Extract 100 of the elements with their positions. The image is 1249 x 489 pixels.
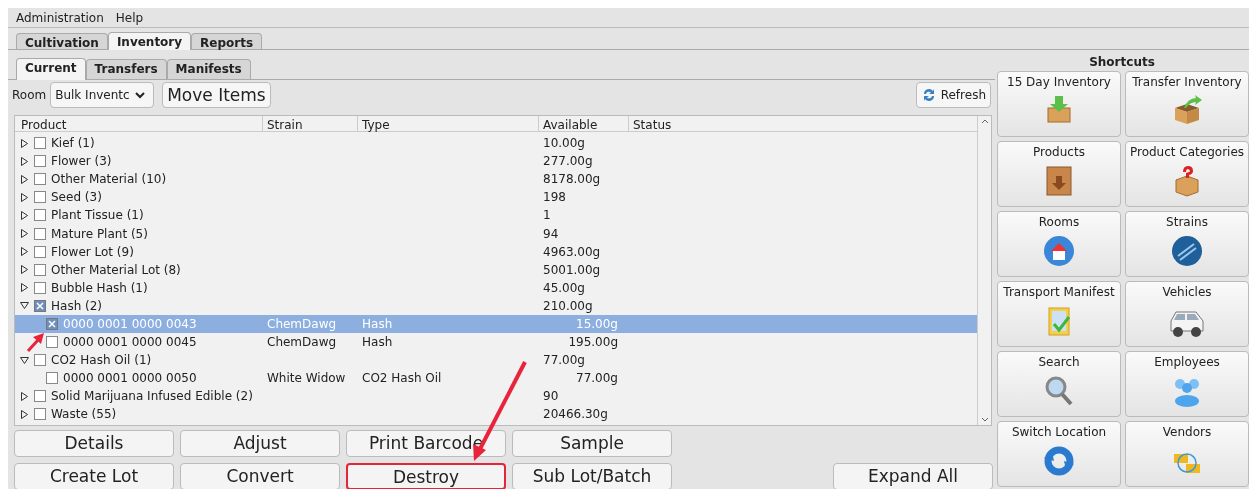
product-name: Flower Lot (9) bbox=[51, 243, 134, 261]
tab[interactable]: Reports bbox=[191, 33, 263, 49]
shortcut-button[interactable]: Switch Location bbox=[997, 421, 1121, 487]
collapsed-triangle-icon[interactable] bbox=[20, 409, 29, 419]
tab[interactable]: Inventory bbox=[107, 32, 192, 50]
collapsed-triangle-icon[interactable] bbox=[20, 156, 29, 166]
collapsed-triangle-icon[interactable] bbox=[20, 391, 29, 401]
table-row[interactable]: 0000 0001 0000 0045 ChemDawg Hash 195.00g bbox=[15, 333, 977, 352]
product-name: Seed (3) bbox=[51, 189, 102, 207]
checkbox[interactable] bbox=[34, 263, 46, 276]
chevron-icon bbox=[135, 91, 146, 99]
collapsed-triangle-icon[interactable] bbox=[20, 265, 29, 275]
expand-all-button[interactable]: Expand All bbox=[833, 463, 993, 489]
strain-cell: White Widow bbox=[267, 371, 346, 386]
checkbox[interactable] bbox=[34, 227, 46, 240]
available-cell: 90 bbox=[543, 389, 559, 404]
checkbox[interactable] bbox=[34, 209, 46, 222]
checkbox[interactable] bbox=[34, 173, 46, 186]
menu-item[interactable]: Help bbox=[115, 8, 144, 27]
available-cell: 10.00g bbox=[543, 136, 585, 151]
strain-cell: ChemDawg bbox=[267, 317, 337, 331]
column-header[interactable]: Type bbox=[358, 116, 539, 131]
shortcut-button[interactable]: 15 Day Inventory bbox=[997, 71, 1121, 137]
action-button[interactable]: Adjust bbox=[180, 430, 340, 457]
checkbox[interactable] bbox=[46, 336, 58, 349]
checkbox[interactable] bbox=[34, 281, 46, 294]
available-cell: 4963.00g bbox=[543, 244, 601, 259]
available-cell: 210.00g bbox=[543, 298, 593, 313]
shortcut-button[interactable]: Strains bbox=[1125, 211, 1249, 277]
available-cell: 1 bbox=[543, 208, 551, 223]
checkbox[interactable] bbox=[34, 191, 46, 204]
collapsed-triangle-icon[interactable] bbox=[20, 210, 29, 220]
checkbox[interactable] bbox=[46, 372, 58, 385]
product-name: Flower (3) bbox=[51, 153, 112, 171]
tab[interactable]: Current bbox=[16, 58, 86, 80]
refresh-button[interactable]: Refresh bbox=[915, 82, 991, 108]
action-button[interactable]: Details bbox=[14, 430, 174, 457]
move-items-button[interactable]: Move Items bbox=[162, 82, 271, 108]
available-cell-text: 77.00g bbox=[576, 370, 618, 388]
action-button[interactable]: Print Barcode bbox=[346, 430, 506, 457]
table-row[interactable]: 0000 0001 0000 0050 White Widow CO2 Hash Oil 77.00g bbox=[15, 369, 977, 388]
checkbox[interactable] bbox=[34, 408, 46, 421]
expanded-triangle-icon[interactable] bbox=[20, 301, 29, 311]
column-header[interactable]: Status bbox=[629, 116, 977, 131]
house-globe-icon bbox=[1042, 234, 1076, 268]
room-label: Room bbox=[12, 87, 47, 104]
action-button[interactable]: Sample bbox=[512, 430, 672, 457]
shortcut-button[interactable]: Employees bbox=[1125, 351, 1249, 417]
scrollbar[interactable] bbox=[977, 116, 991, 425]
product-name: Hash (2) bbox=[51, 297, 103, 315]
checkbox[interactable] bbox=[34, 390, 46, 403]
checkbox[interactable] bbox=[34, 155, 46, 168]
action-button[interactable]: Convert bbox=[180, 463, 340, 489]
shortcut-button[interactable]: Product Categories bbox=[1125, 141, 1249, 207]
product-name: CO2 Hash Oil (1) bbox=[51, 352, 152, 370]
collapsed-triangle-icon[interactable] bbox=[20, 138, 29, 148]
available-cell: 277.00g bbox=[543, 154, 593, 169]
available-cell: 8178.00g bbox=[543, 172, 601, 187]
action-button[interactable]: Destroy bbox=[346, 463, 506, 489]
column-header[interactable]: Available bbox=[539, 116, 629, 131]
tab[interactable]: Manifests bbox=[166, 59, 251, 79]
shortcut-button[interactable]: Products bbox=[997, 141, 1121, 207]
type-cell: CO2 Hash Oil bbox=[362, 371, 442, 386]
action-button[interactable]: Sub Lot/Batch bbox=[512, 463, 672, 489]
expanded-triangle-icon[interactable] bbox=[20, 355, 29, 365]
circular-arrows-icon bbox=[1042, 444, 1076, 478]
available-cell: 94 bbox=[543, 226, 559, 241]
product-name: Plant Tissue (1) bbox=[51, 207, 144, 225]
available-cell: 20466.30g bbox=[543, 407, 608, 422]
column-header[interactable]: Product bbox=[15, 116, 263, 131]
checkbox[interactable] bbox=[34, 137, 46, 150]
product-name: Mature Plant (5) bbox=[51, 225, 148, 243]
available-cell-text: 15.00g bbox=[576, 316, 618, 333]
room-dropdown[interactable]: Bulk Inventc bbox=[50, 82, 155, 108]
action-button[interactable]: Create Lot bbox=[14, 463, 174, 489]
product-name: Other Material (10) bbox=[51, 171, 167, 189]
menu-item[interactable]: Administration bbox=[16, 8, 104, 27]
tab[interactable]: Cultivation bbox=[16, 33, 108, 49]
collapsed-triangle-icon[interactable] bbox=[20, 174, 29, 184]
column-header[interactable]: Strain bbox=[263, 116, 358, 131]
checkbox[interactable] bbox=[34, 354, 46, 367]
collapsed-triangle-icon[interactable] bbox=[20, 247, 29, 257]
product-name: 0000 0001 0000 0045 bbox=[63, 334, 197, 352]
product-name: Other Material Lot (8) bbox=[51, 261, 181, 279]
annotation-arrow bbox=[26, 333, 44, 352]
checkbox[interactable] bbox=[34, 299, 46, 312]
shortcut-button[interactable]: Transfer Inventory bbox=[1125, 71, 1249, 137]
product-name: 0000 0001 0000 0050 bbox=[63, 370, 197, 388]
shortcut-button[interactable]: Vehicles bbox=[1125, 281, 1249, 347]
shortcut-button[interactable]: Transport Manifest bbox=[997, 281, 1121, 347]
shortcut-button[interactable]: Search bbox=[997, 351, 1121, 417]
collapsed-triangle-icon[interactable] bbox=[20, 192, 29, 202]
shortcut-button[interactable]: Vendors bbox=[1125, 421, 1249, 487]
checkbox[interactable] bbox=[46, 318, 58, 330]
checkbox[interactable] bbox=[34, 245, 46, 258]
shortcut-button[interactable]: Rooms bbox=[997, 211, 1121, 277]
collapsed-triangle-icon[interactable] bbox=[20, 283, 29, 293]
product-name: 0000 0001 0000 0043 bbox=[63, 316, 197, 333]
tab[interactable]: Transfers bbox=[85, 59, 167, 79]
collapsed-triangle-icon[interactable] bbox=[20, 229, 29, 238]
